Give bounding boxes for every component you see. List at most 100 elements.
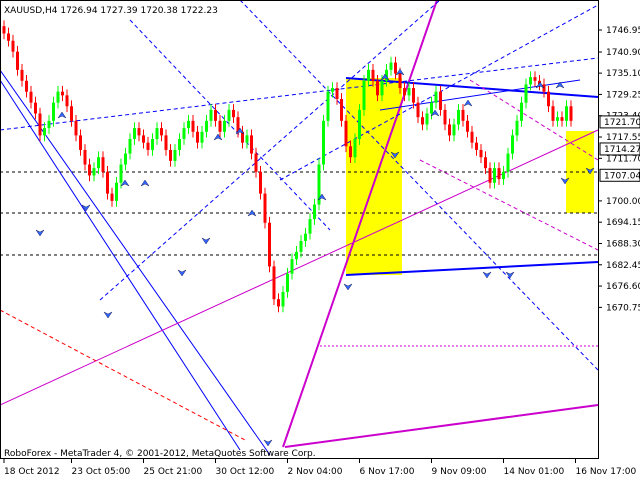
candle-body (187, 120, 190, 129)
y-tick-label: 1735.10 (606, 69, 640, 79)
candle-body (88, 164, 91, 176)
y-tick-label: 1729.25 (606, 90, 640, 100)
candle-body (533, 77, 537, 81)
candle-body (200, 131, 204, 143)
x-tick-label: 6 Nov 17:00 (360, 467, 415, 477)
watermark: RoboForex - MetaTrader 4, © 2001-2012, M… (4, 449, 316, 459)
candle-body (493, 168, 496, 183)
candle-body (137, 128, 141, 136)
chart-header: XAUUSD,H4 1726.94 1727.39 1720.38 1722.2… (4, 6, 218, 16)
candle-body (65, 95, 69, 107)
candle-body (376, 80, 379, 96)
candle-body (304, 233, 307, 241)
candle-body (196, 131, 199, 143)
candle-body (416, 102, 420, 118)
y-tick-label: 1717.55 (606, 133, 640, 143)
price-label: 1707.04 (604, 171, 640, 181)
candle-body (394, 62, 397, 74)
x-tick-label: 9 Nov 09:00 (432, 467, 487, 477)
candle-body (205, 120, 208, 132)
candle-body (106, 171, 109, 194)
candle-body (389, 62, 393, 70)
x-tick-label: 30 Oct 12:00 (216, 467, 275, 477)
candle-body (272, 266, 276, 300)
candle-body (223, 120, 226, 132)
candle-body (277, 299, 280, 307)
candle-body (457, 109, 460, 125)
candle-body (263, 193, 267, 223)
candle-body (502, 171, 505, 180)
candle-body (70, 106, 73, 121)
candle-body (52, 102, 55, 121)
candle-body (484, 157, 487, 169)
candle-body (506, 153, 510, 172)
y-tick-label: 1688.30 (606, 239, 640, 249)
price-label: 1721.70 (604, 118, 640, 128)
candle-body (281, 291, 285, 307)
candle-body (38, 113, 42, 136)
candle-body (20, 69, 24, 81)
candle-body (335, 88, 339, 99)
candle-body (560, 117, 564, 121)
candle-body (2, 26, 6, 34)
candle-body (124, 153, 127, 165)
candle-body (250, 135, 253, 154)
candle-body (25, 80, 28, 92)
candle-body (254, 153, 258, 172)
candle-body (358, 109, 361, 140)
candle-body (227, 109, 231, 121)
candle-body (511, 135, 514, 154)
candle-body (97, 157, 100, 169)
candle-body (520, 102, 523, 121)
x-tick-label: 25 Oct 21:00 (144, 467, 203, 477)
candle-body (425, 113, 429, 125)
candle-body (245, 135, 249, 143)
candle-body (461, 109, 465, 121)
candle-body (439, 91, 442, 110)
y-tick-label: 1694.15 (606, 218, 640, 228)
candle-body (322, 120, 325, 165)
x-tick-label: 18 Oct 2012 (4, 467, 60, 477)
candle-body (47, 120, 51, 129)
candle-body (56, 91, 60, 103)
candle-body (146, 142, 150, 150)
candle-body (430, 102, 433, 114)
price-chart: 1746.951740.901735.101729.251723.401717.… (0, 0, 640, 480)
candle-body (470, 131, 474, 143)
y-tick-label: 1676.60 (606, 282, 640, 292)
candle-body (128, 139, 132, 154)
candle-body (565, 106, 568, 121)
candle-body (466, 120, 469, 132)
candle-body (259, 171, 262, 194)
y-tick-label: 1670.75 (606, 303, 640, 313)
price-label: 1714.27 (604, 145, 640, 155)
candle-body (443, 109, 447, 125)
candle-body (286, 273, 289, 292)
candle-body (551, 106, 555, 121)
candle-body (232, 109, 235, 118)
candle-body (142, 135, 145, 143)
candle-body (92, 168, 96, 176)
candle-body (407, 88, 411, 96)
candle-body (479, 149, 483, 158)
candle-body (344, 120, 348, 147)
candle-body (43, 128, 46, 136)
candle-body (497, 168, 501, 180)
candle-body (155, 128, 159, 140)
candle-body (353, 139, 357, 158)
candle-body (119, 164, 123, 183)
candle-body (569, 106, 573, 121)
x-tick-label: 14 Nov 01:00 (504, 467, 565, 477)
candle-body (340, 98, 343, 121)
candle-body (101, 157, 105, 172)
candle-body (362, 80, 366, 110)
candle-body (191, 120, 195, 132)
candle-body (16, 51, 19, 70)
candle-body (403, 88, 406, 96)
candle-body (448, 124, 451, 136)
candle-body (209, 109, 213, 121)
candle-body (556, 117, 559, 121)
candle-body (299, 240, 303, 252)
candle-body (268, 222, 271, 267)
candle-body (83, 149, 87, 165)
